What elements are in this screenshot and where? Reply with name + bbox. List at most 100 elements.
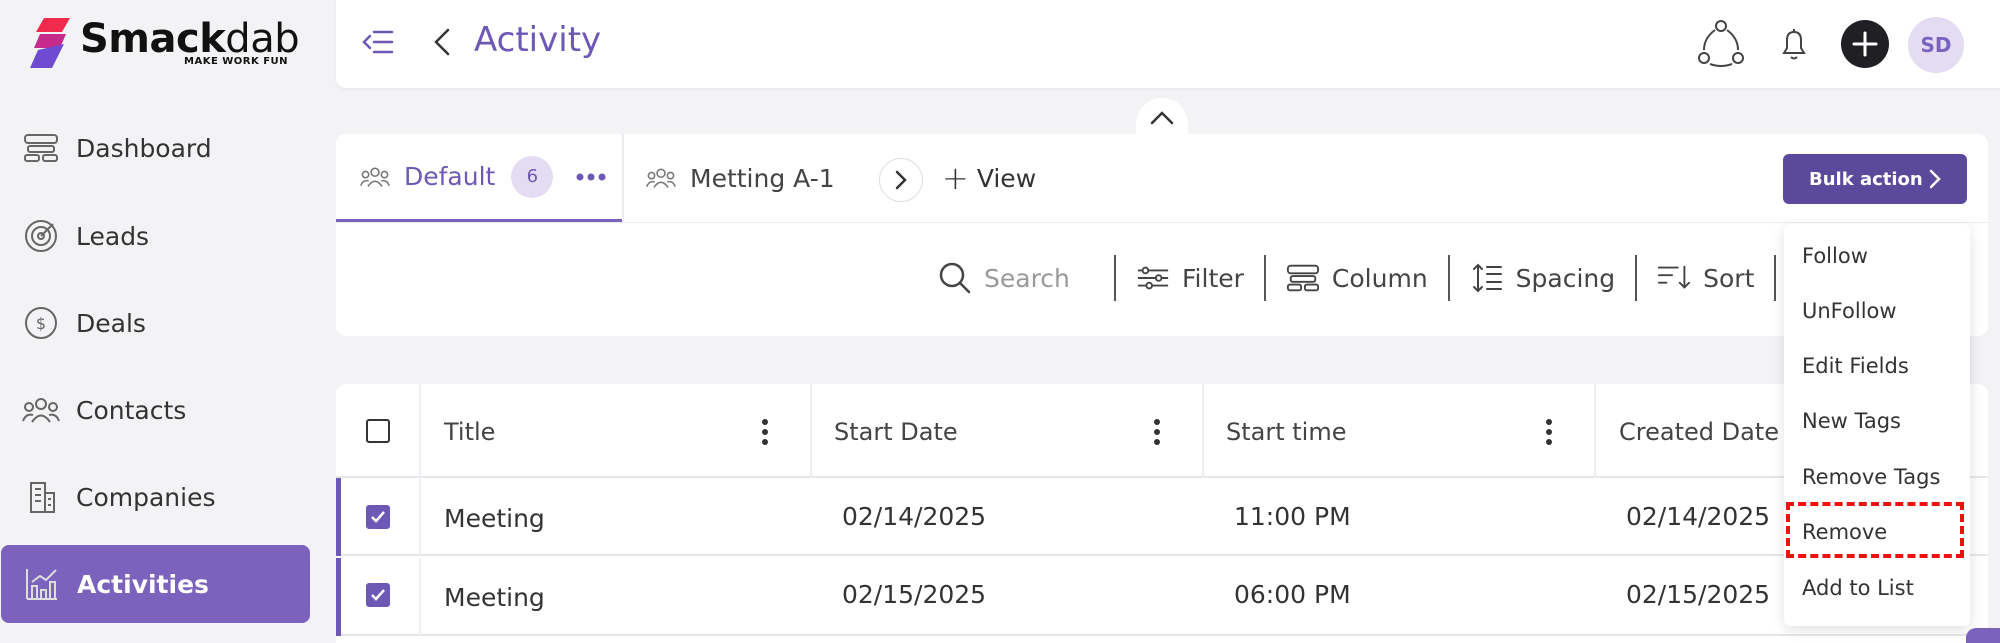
search-placeholder: Search (984, 263, 1070, 293)
column-header-start-date[interactable]: Start Date (834, 412, 958, 452)
people-icon (360, 167, 390, 187)
sidebar-item-dashboard[interactable]: Dashboard (0, 110, 310, 186)
dashboard-icon (22, 129, 60, 167)
cell-created-date: 02/15/2025 (1626, 579, 1771, 609)
column-header-created-date[interactable]: Created Date (1619, 412, 1779, 452)
column-divider (1202, 384, 1204, 478)
checkbox[interactable] (366, 419, 390, 443)
chart-icon (23, 565, 61, 603)
sidebar-item-label: Leads (76, 221, 150, 251)
spacing-icon (1470, 261, 1504, 295)
column-header-title[interactable]: Title (444, 412, 495, 452)
column-button[interactable]: Column (1266, 255, 1450, 301)
cell-start-date: 02/15/2025 (842, 579, 987, 609)
target-icon (22, 217, 60, 255)
menu-item-add-to-list[interactable]: Add to List (1802, 568, 1914, 608)
column-header-start-time[interactable]: Start time (1226, 412, 1346, 452)
sidebar-item-companies[interactable]: Companies (0, 459, 310, 535)
sidebar-item-label: Contacts (76, 395, 187, 425)
back-arrow-icon[interactable] (426, 24, 462, 60)
svg-text:$: $ (36, 314, 46, 333)
sort-icon (1657, 261, 1691, 295)
bell-icon[interactable] (1776, 26, 1812, 62)
select-all-checkbox[interactable] (366, 419, 390, 443)
cell-start-time: 11:00 PM (1234, 501, 1351, 531)
menu-item-remove-tags[interactable]: Remove Tags (1802, 457, 1940, 497)
column-menu-icon[interactable] (1153, 418, 1161, 446)
page-title: Activity (474, 20, 602, 60)
sidebar-item-label: Deals (76, 308, 146, 338)
sort-button[interactable]: Sort (1637, 255, 1777, 301)
sidebar-item-activities[interactable]: Activities (1, 545, 310, 623)
column-divider (419, 384, 421, 478)
collapse-menu-icon[interactable] (360, 24, 396, 60)
row-checkbox[interactable] (366, 583, 390, 607)
cell-start-date: 02/14/2025 (842, 501, 987, 531)
table-toolbar: Search Filter Column Spacing Sort (926, 246, 1777, 310)
checkbox[interactable] (366, 505, 390, 529)
column-divider (1594, 384, 1596, 478)
sidebar-item-label: Dashboard (76, 133, 212, 163)
cell-title[interactable]: Meeting (444, 577, 545, 617)
tab-label: Default (404, 162, 496, 191)
collapse-toggle[interactable] (1136, 98, 1188, 138)
search-icon (938, 261, 972, 295)
logo-mark-icon (30, 18, 70, 68)
brand-logo[interactable]: Smackdab MAKE WORK FUN (30, 16, 300, 72)
checkbox[interactable] (366, 583, 390, 607)
sidebar-item-contacts[interactable]: Contacts (0, 372, 310, 448)
row-selected-indicator (336, 478, 341, 556)
tab-label: Metting A-1 (690, 163, 835, 193)
sidebar-item-label: Activities (77, 569, 209, 599)
menu-item-new-tags[interactable]: New Tags (1802, 401, 1901, 441)
highlight-box (1786, 502, 1964, 558)
filter-button[interactable]: Filter (1116, 255, 1266, 301)
spacing-button[interactable]: Spacing (1450, 255, 1638, 301)
sort-label: Sort (1703, 263, 1755, 293)
divider (336, 222, 1988, 223)
table-row[interactable]: Meeting 02/15/2025 06:00 PM 02/15/2025 (336, 558, 1988, 636)
search-input[interactable]: Search (926, 255, 1116, 301)
tab-divider (622, 134, 624, 222)
check-icon (371, 589, 385, 601)
filter-sliders-icon (1136, 261, 1170, 295)
add-view-button[interactable]: + View (942, 134, 1036, 222)
plus-icon: + (942, 159, 969, 197)
more-horizontal-icon[interactable] (575, 171, 607, 183)
bulk-action-button[interactable]: Bulk action (1783, 154, 1967, 204)
plus-icon (1852, 31, 1878, 57)
cell-created-date: 02/14/2025 (1626, 501, 1771, 531)
people-icon (22, 391, 60, 429)
network-icon[interactable] (1696, 18, 1746, 68)
people-icon (646, 168, 676, 188)
menu-item-follow[interactable]: Follow (1802, 236, 1868, 276)
corner-chip (1966, 628, 2000, 643)
building-icon (22, 478, 60, 516)
column-divider (810, 384, 812, 478)
table-row[interactable]: Meeting 02/14/2025 11:00 PM 02/14/2025 (336, 478, 1988, 556)
column-label: Column (1331, 263, 1428, 293)
column-divider (419, 558, 421, 636)
dollar-circle-icon: $ (22, 304, 60, 342)
column-menu-icon[interactable] (761, 418, 769, 446)
menu-item-unfollow[interactable]: UnFollow (1802, 291, 1897, 331)
create-button[interactable] (1841, 20, 1889, 68)
user-avatar[interactable]: SD (1908, 17, 1964, 73)
next-tab-button[interactable] (879, 158, 923, 202)
tab-metting-a1[interactable]: Metting A-1 (646, 134, 835, 222)
chevron-right-icon (1929, 169, 1941, 189)
menu-item-edit-fields[interactable]: Edit Fields (1802, 346, 1909, 386)
table-header-row: Title Start Date Start time Created Date (336, 384, 1988, 478)
count-badge: 6 (511, 155, 554, 198)
filter-label: Filter (1182, 263, 1244, 293)
cell-title[interactable]: Meeting (444, 498, 545, 538)
bulk-action-label: Bulk action (1809, 168, 1923, 190)
add-view-label: View (976, 163, 1037, 193)
column-menu-icon[interactable] (1545, 418, 1553, 446)
sidebar-item-deals[interactable]: $ Deals (0, 285, 310, 361)
tab-default[interactable]: Default 6 (336, 134, 622, 222)
bulk-action-menu: Follow UnFollow Edit Fields New Tags Rem… (1784, 224, 1970, 626)
sidebar-item-leads[interactable]: Leads (0, 198, 310, 274)
brand-tagline: MAKE WORK FUN (184, 56, 289, 67)
row-checkbox[interactable] (366, 505, 390, 529)
